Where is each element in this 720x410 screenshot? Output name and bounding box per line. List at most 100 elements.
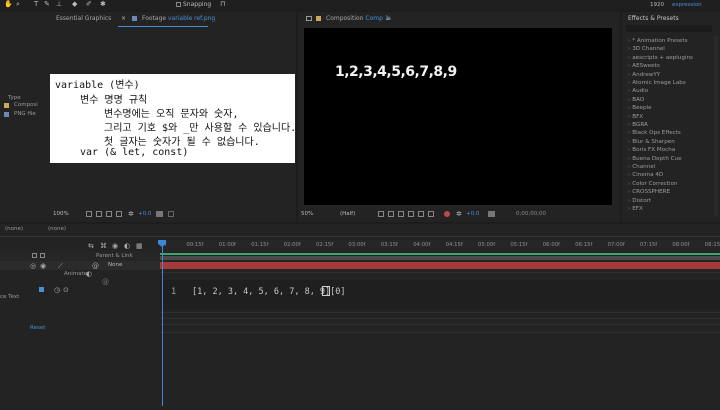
pickwhip-icon[interactable]: @ [92,262,99,270]
panel-menu-icon[interactable]: ≡ [386,15,391,22]
effects-category[interactable]: › Cinema 4D [628,172,663,178]
disclosure-triangle-icon[interactable]: › [628,164,630,170]
tab-effects-presets[interactable]: Effects & Presets [628,15,679,22]
project-item-composition[interactable]: Composi [2,102,50,110]
grid-icon[interactable] [96,211,102,217]
eraser-tool-icon[interactable]: ◆ [72,1,80,8]
animate-menu[interactable]: Animate [64,271,87,277]
effects-category[interactable]: › Color Correction [628,181,678,187]
stopwatch-icon[interactable]: ◷ [54,286,60,294]
clone-stamp-icon[interactable]: ⊥ [56,1,64,8]
disclosure-triangle-icon[interactable]: › [628,72,630,78]
effects-category[interactable]: › BAO [628,97,644,103]
effects-category[interactable]: › aescripts + aeplugins [628,55,693,61]
pen-tool-icon[interactable]: ✎ [44,1,52,8]
effects-category[interactable]: › BFX [628,114,643,120]
hand-tool-icon[interactable]: ✋ [4,1,13,8]
disclosure-triangle-icon[interactable]: › [628,130,630,136]
disclosure-triangle-icon[interactable]: › [628,55,630,61]
show-snapshot-icon[interactable] [168,211,174,217]
project-item-png[interactable]: PNG file [2,111,50,119]
solo-icon[interactable] [32,253,37,258]
disclosure-triangle-icon[interactable]: › [628,147,630,153]
effects-category[interactable]: › AndrewYY [628,72,660,78]
disclosure-triangle-icon[interactable]: › [628,181,630,187]
time-ruler[interactable]: 0f00:15f01:00f01:15f02:00f02:15f03:00f03… [160,240,720,252]
motion-blur-icon[interactable]: ◐ [124,242,130,250]
transparency-icon[interactable] [116,211,122,217]
puppet-tool-icon[interactable]: ✱ [100,1,108,8]
effects-category[interactable]: › Atomic Image Labs [628,80,686,86]
effects-search-input[interactable] [626,25,712,32]
effects-category[interactable]: › Black Ops Effects [628,130,681,136]
timeline-tab[interactable]: (none) [48,226,66,232]
effects-category[interactable]: › Buena Depth Cue [628,156,682,162]
type-tool-icon[interactable]: T [34,1,42,8]
zoom-tool-icon[interactable]: ⌕ [16,1,24,8]
shy-icon[interactable]: ◉ [112,242,118,250]
channel-icon[interactable] [428,211,434,217]
exposure-value[interactable]: +0.0 [138,211,151,217]
tab-footage[interactable]: Footage variable ref.png [142,15,215,22]
disclosure-triangle-icon[interactable]: › [628,88,630,94]
disclosure-triangle-icon[interactable]: › [628,63,630,69]
transparency-grid-icon[interactable] [388,211,394,217]
comp-zoom-select[interactable]: 50% [301,211,313,217]
disclosure-triangle-icon[interactable]: › [628,198,630,204]
disclosure-triangle-icon[interactable]: › [628,156,630,162]
visibility-icon[interactable]: ◎ [30,262,36,270]
timeline-switch-icon[interactable]: ⇆ [88,242,94,250]
disclosure-triangle-icon[interactable]: › [628,97,630,103]
parent-select[interactable]: None [108,262,122,268]
disclosure-triangle-icon[interactable]: › [628,122,630,128]
mask-icon[interactable] [106,211,112,217]
expression-graph-icon[interactable]: ⊙ [63,286,69,294]
disclosure-triangle-icon[interactable]: › [628,206,630,212]
disclosure-triangle-icon[interactable]: › [628,114,630,120]
resolution-select[interactable]: (Half) [340,211,355,217]
effects-category[interactable]: › Audio [628,88,648,94]
render-queue-tab[interactable]: (none) [5,226,23,232]
disclosure-triangle-icon[interactable]: › [628,189,630,195]
effects-category[interactable]: › CROSSPHERE [628,189,670,195]
disclosure-triangle-icon[interactable]: › [628,172,630,178]
disclosure-triangle-icon[interactable]: › [628,80,630,86]
exposure-icon[interactable]: ✲ [128,210,134,218]
roto-brush-icon[interactable]: ✐ [86,1,94,8]
color-manage-icon[interactable] [444,211,450,217]
disclosure-triangle-icon[interactable]: › [628,38,630,44]
effects-category[interactable]: › 3D Channel [628,46,665,52]
effects-scrollbar[interactable] [714,36,718,216]
animate-add-icon[interactable]: ◐ [86,270,92,278]
tab-essential-graphics[interactable]: Essential Graphics [56,15,111,22]
current-time-display[interactable]: 0;00;00;00 [516,211,546,217]
audio-icon[interactable]: ◉ [40,262,46,270]
disclosure-triangle-icon[interactable]: › [628,139,630,145]
work-area-bar[interactable] [160,253,720,255]
effects-category[interactable]: › Distort [628,198,651,204]
view-layout-icon[interactable] [408,211,414,217]
effects-category[interactable]: › BGRA [628,122,648,128]
switches-icon[interactable]: ⟋ [58,262,63,271]
frame-blend-icon[interactable]: ⌘ [100,242,107,250]
snapping-checkbox[interactable] [176,2,181,7]
effects-category[interactable]: › EFX [628,206,643,212]
snapshot-icon[interactable] [156,211,163,217]
reset-link[interactable]: Reset [30,325,45,331]
playhead-line[interactable] [162,241,163,406]
graph-editor-icon[interactable]: ▦ [136,242,143,250]
3d-view-icon[interactable] [398,211,404,217]
effects-category[interactable]: › * Animation Presets [628,38,687,44]
fit-icon[interactable] [86,211,92,217]
tab-composition[interactable]: Composition Comp 1 [326,15,389,22]
effects-category[interactable]: › AESweets [628,63,660,69]
exposure-value[interactable]: +0.0 [466,211,479,217]
pickwhip-icon[interactable]: @ [102,278,109,286]
disclosure-triangle-icon[interactable]: › [628,105,630,111]
layer-duration-bar[interactable] [160,262,720,269]
exposure-icon[interactable]: ✲ [456,210,462,218]
lock-icon[interactable] [306,16,312,21]
workspace-search-label[interactable]: expression [672,2,702,8]
composition-text-layer[interactable]: 1,2,3,4,5,6,7,8,9 [335,64,457,80]
lock-icon[interactable] [40,253,45,258]
